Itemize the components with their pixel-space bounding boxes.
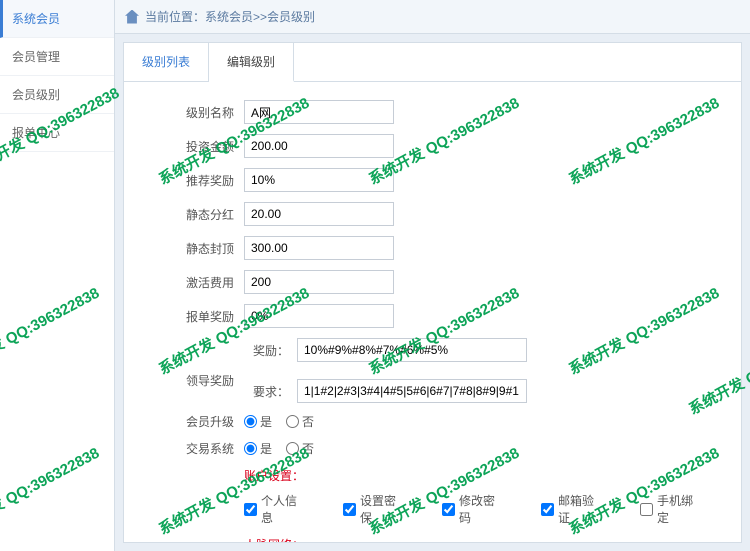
label-static-cap: 静态封顶 bbox=[164, 240, 234, 257]
label-static-div: 静态分红 bbox=[164, 206, 234, 223]
label-recommend: 推荐奖励 bbox=[164, 172, 234, 189]
check-phone-bind[interactable] bbox=[640, 503, 653, 516]
label-leader-bonus: 奖励： bbox=[244, 342, 289, 359]
input-recommend[interactable] bbox=[244, 168, 394, 192]
input-leader-bonus[interactable] bbox=[297, 338, 527, 362]
section-account: 账户设置： bbox=[164, 467, 701, 484]
radio-upgrade-yes[interactable] bbox=[244, 415, 257, 428]
sidebar-item-report-center[interactable]: 报单中心 bbox=[0, 114, 114, 152]
label-level-name: 级别名称 bbox=[164, 104, 234, 121]
input-activate-fee[interactable] bbox=[244, 270, 394, 294]
sidebar-item-member-manage[interactable]: 会员管理 bbox=[0, 38, 114, 76]
label-invest: 投资金额 bbox=[164, 138, 234, 155]
check-change-pwd[interactable] bbox=[442, 503, 455, 516]
input-report-bonus[interactable] bbox=[244, 304, 394, 328]
input-invest[interactable] bbox=[244, 134, 394, 158]
input-level-name[interactable] bbox=[244, 100, 394, 124]
label-member-upgrade: 会员升级 bbox=[164, 413, 234, 430]
check-personal-info[interactable] bbox=[244, 503, 257, 516]
input-static-div[interactable] bbox=[244, 202, 394, 226]
tabs: 级别列表 编辑级别 bbox=[124, 43, 741, 82]
tab-level-list[interactable]: 级别列表 bbox=[124, 43, 209, 81]
sidebar: 系统会员 会员管理 会员级别 报单中心 bbox=[0, 0, 115, 551]
label-activate-fee: 激活费用 bbox=[164, 274, 234, 291]
section-network: 人脉网络： bbox=[164, 536, 701, 543]
input-leader-req[interactable] bbox=[297, 379, 527, 403]
check-email-verify[interactable] bbox=[541, 503, 554, 516]
input-static-cap[interactable] bbox=[244, 236, 394, 260]
label-report-bonus: 报单奖励 bbox=[164, 308, 234, 325]
check-security-q[interactable] bbox=[343, 503, 356, 516]
label-leader-req: 要求： bbox=[244, 383, 289, 400]
label-trade-sys: 交易系统 bbox=[164, 440, 234, 457]
home-icon bbox=[125, 10, 139, 24]
sidebar-item-member-level[interactable]: 会员级别 bbox=[0, 76, 114, 114]
radio-upgrade-no[interactable] bbox=[286, 415, 299, 428]
radio-trade-no[interactable] bbox=[286, 442, 299, 455]
tab-edit-level[interactable]: 编辑级别 bbox=[209, 43, 294, 82]
breadcrumb: 当前位置：系统会员 >> 会员级别 bbox=[115, 0, 750, 34]
radio-trade-yes[interactable] bbox=[244, 442, 257, 455]
label-leader: 领导奖励 bbox=[164, 372, 234, 389]
sidebar-item-system-member[interactable]: 系统会员 bbox=[0, 0, 114, 38]
